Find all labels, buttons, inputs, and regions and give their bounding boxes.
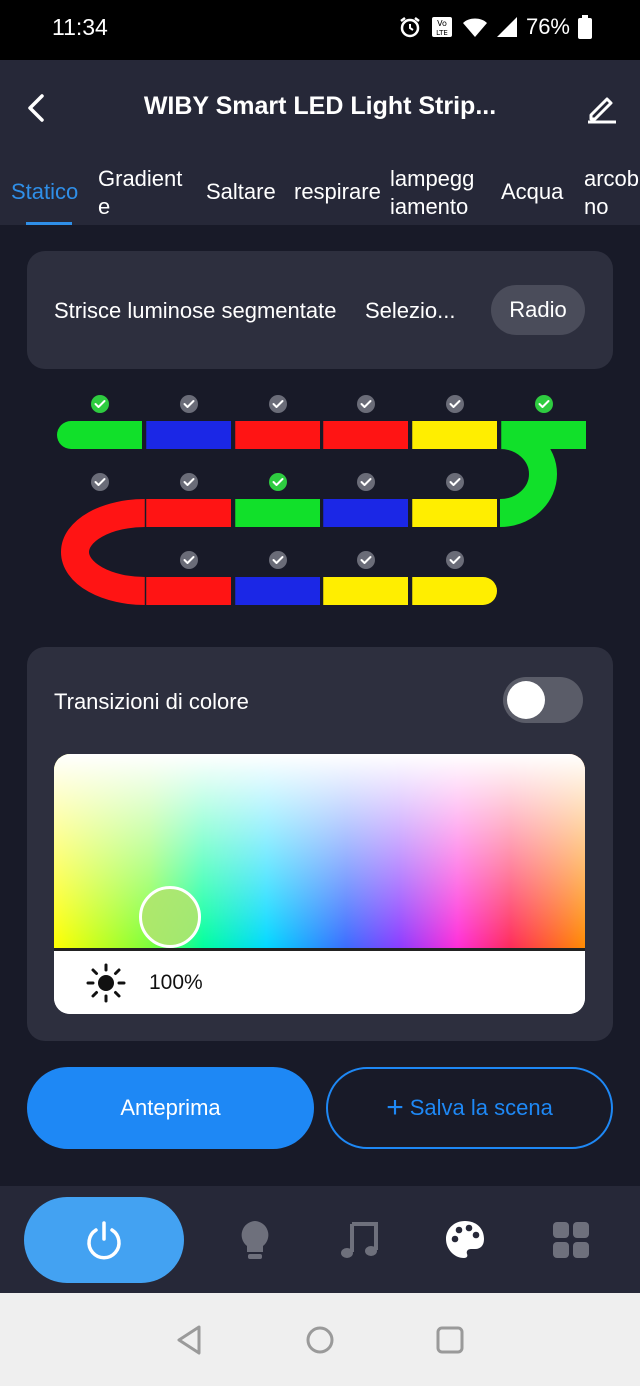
status-time: 11:34 bbox=[52, 14, 108, 40]
svg-text:LTE: LTE bbox=[436, 29, 448, 37]
bottom-nav bbox=[0, 1186, 640, 1293]
color-picker: 100% bbox=[54, 754, 585, 1014]
plus-icon: + bbox=[386, 1091, 404, 1124]
save-scene-button[interactable]: + Salva la scena bbox=[326, 1067, 613, 1149]
led-segment-r2-1-check-icon bbox=[91, 473, 109, 491]
color-transitions-label: Transizioni di colore bbox=[54, 689, 249, 714]
wifi-icon bbox=[462, 18, 487, 37]
app-header: WIBY Smart LED Light Strip... Statico Gr… bbox=[0, 60, 640, 225]
segment-mode-label: Strisce luminose segmentate bbox=[54, 298, 337, 323]
led-segment-r2-3-check-icon bbox=[269, 473, 287, 491]
led-curve-left[interactable] bbox=[61, 499, 146, 605]
led-segment-r2-5[interactable] bbox=[412, 499, 497, 527]
edit-button[interactable] bbox=[582, 88, 622, 128]
save-scene-label: Salva la scena bbox=[409, 1095, 553, 1120]
tab-saltare[interactable]: Saltare bbox=[206, 178, 276, 206]
system-back-icon[interactable] bbox=[173, 1323, 207, 1357]
segment-option-select[interactable]: Selezio... bbox=[365, 298, 456, 324]
led-segment-r3-2[interactable] bbox=[146, 577, 231, 605]
led-strip-diagram bbox=[0, 385, 640, 615]
tab-statico[interactable]: Statico bbox=[11, 178, 78, 206]
palette-icon[interactable] bbox=[443, 1218, 487, 1262]
status-icons: Vo LTE 76% bbox=[398, 14, 592, 40]
segment-option-radio[interactable]: Radio bbox=[491, 285, 585, 335]
back-button[interactable] bbox=[18, 88, 58, 128]
status-bar: 11:34 Vo LTE 76% bbox=[0, 0, 640, 60]
led-segment-r1-4-check-icon bbox=[357, 395, 375, 413]
led-segment-r1-2-check-icon bbox=[180, 395, 198, 413]
led-segment-r2-4[interactable] bbox=[323, 499, 408, 527]
led-segment-r1-4[interactable] bbox=[323, 421, 408, 449]
tab-respirare[interactable]: respirare bbox=[294, 178, 381, 206]
tab-gradiente[interactable]: Gradient e bbox=[98, 165, 182, 221]
color-spectrum[interactable] bbox=[54, 754, 585, 949]
brightness-value: 100% bbox=[149, 971, 203, 994]
led-segment-r3-3-check-icon bbox=[269, 551, 287, 569]
tab-arcobaleno[interactable]: arcob no bbox=[584, 165, 640, 221]
led-segment-r1-3[interactable] bbox=[235, 421, 320, 449]
led-segment-r3-5-fill bbox=[412, 577, 452, 605]
page-title: WIBY Smart LED Light Strip... bbox=[143, 92, 497, 120]
color-card: Transizioni di colore 100% bbox=[27, 647, 613, 1041]
signal-icon bbox=[496, 17, 517, 37]
led-segment-r2-4-check-icon bbox=[357, 473, 375, 491]
led-segment-r1-5-check-icon bbox=[446, 395, 464, 413]
color-picker-cursor[interactable] bbox=[139, 886, 201, 948]
system-recents-icon[interactable] bbox=[433, 1323, 467, 1357]
system-nav-bar bbox=[0, 1293, 640, 1386]
grid-icon[interactable] bbox=[549, 1218, 593, 1262]
alarm-icon bbox=[400, 17, 420, 38]
led-segment-r1-6-check-icon bbox=[535, 395, 553, 413]
tab-acqua[interactable]: Acqua bbox=[501, 178, 563, 206]
edit-pencil-icon bbox=[588, 97, 616, 124]
led-segment-r3-4[interactable] bbox=[323, 577, 408, 605]
led-segment-r3-2-check-icon bbox=[180, 551, 198, 569]
segment-mode-card: Strisce luminose segmentate Selezio... R… bbox=[27, 251, 613, 369]
led-segment-r2-3[interactable] bbox=[235, 499, 320, 527]
brightness-row[interactable]: 100% bbox=[54, 951, 585, 1014]
segment-mode-toggle: Selezio... Radio bbox=[365, 285, 585, 335]
led-segment-r1-3-check-icon bbox=[269, 395, 287, 413]
preview-button[interactable]: Anteprima bbox=[27, 1067, 314, 1149]
led-segment-r3-4-check-icon bbox=[357, 551, 375, 569]
system-home-icon[interactable] bbox=[303, 1323, 337, 1357]
sun-icon bbox=[86, 963, 126, 1003]
battery-icon bbox=[578, 15, 592, 39]
back-arrow-icon bbox=[28, 94, 44, 122]
power-icon bbox=[87, 1221, 121, 1260]
volte-icon: VoLTE bbox=[431, 17, 452, 37]
tab-indicator bbox=[26, 222, 72, 225]
bulb-icon[interactable] bbox=[233, 1218, 277, 1262]
led-segment-r3-3[interactable] bbox=[235, 577, 320, 605]
nav-power-button[interactable] bbox=[24, 1197, 184, 1283]
led-segment-r1-6[interactable] bbox=[501, 421, 586, 449]
led-segment-r1-1-check-icon bbox=[91, 395, 109, 413]
led-strip-svg bbox=[57, 395, 586, 605]
led-segment-r2-2-check-icon bbox=[180, 473, 198, 491]
led-segment-r1-2[interactable] bbox=[146, 421, 231, 449]
led-segment-r1-5[interactable] bbox=[412, 421, 497, 449]
led-segment-r1-1-fill bbox=[97, 421, 142, 449]
color-transitions-switch[interactable] bbox=[503, 677, 583, 723]
music-icon[interactable] bbox=[338, 1218, 382, 1262]
switch-knob bbox=[507, 681, 545, 719]
svg-text:Vo: Vo bbox=[437, 19, 447, 28]
led-segment-r2-2[interactable] bbox=[146, 499, 231, 527]
led-segment-r2-5-check-icon bbox=[446, 473, 464, 491]
effect-tabs: Statico Gradient e Saltare respirare lam… bbox=[0, 160, 640, 225]
tab-lampeggiamento[interactable]: lampegg iamento bbox=[390, 165, 474, 221]
led-segment-r3-5-check-icon bbox=[446, 551, 464, 569]
battery-percent: 76% bbox=[525, 14, 570, 39]
